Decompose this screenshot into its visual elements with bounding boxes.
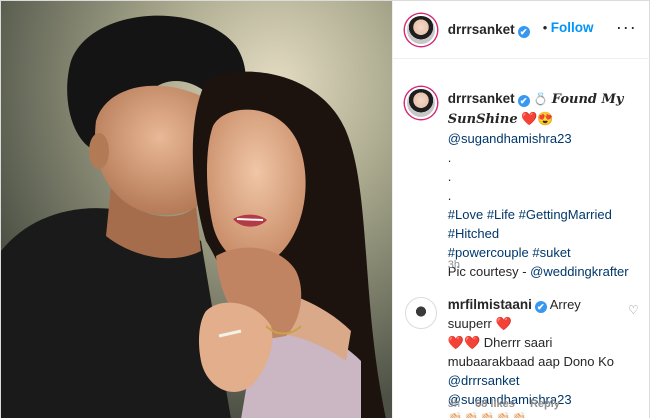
more-options-icon[interactable]: ··· — [616, 17, 637, 38]
heart-emoji: ❤️ — [521, 111, 538, 126]
clap-emojis: 👏🏻👏🏻👏🏻👏🏻👏🏻 — [447, 411, 528, 418]
post-photo[interactable] — [1, 1, 392, 418]
hashtags-line-2[interactable]: #powercouple #suket — [448, 245, 571, 260]
author-name-group: drrrsanket ✔ — [448, 21, 530, 39]
caption-dot-line: . — [447, 169, 452, 184]
comment-meta: 3h 68 likes Reply — [448, 398, 572, 410]
comment-text-3: mubaarakbaad aap Dono Ko — [447, 354, 615, 369]
instagram-post: drrrsanket ✔ • Follow ··· drrrsanket ✔ 💍 F… — [0, 0, 650, 418]
caption-username[interactable]: drrrsanket — [448, 91, 515, 106]
caption-avatar[interactable] — [404, 87, 437, 119]
heart-eyes-emoji: 😍 — [537, 111, 554, 126]
header-separator: • — [542, 20, 548, 35]
comment-text-2: Dherrr saari — [483, 335, 553, 350]
couple-photo-illustration — [1, 1, 392, 418]
credit-prefix: Pic courtesy - — [447, 264, 531, 279]
verified-icon: ✔ — [517, 26, 530, 38]
commenter-username[interactable]: mrfilmistaani — [448, 297, 532, 312]
post-header: drrrsanket ✔ • Follow ··· — [392, 1, 650, 59]
follow-button[interactable]: Follow — [551, 20, 594, 35]
ring-emoji: 💍 — [533, 92, 549, 106]
credit-mention[interactable]: @weddingkrafter — [530, 264, 628, 279]
verified-icon: ✔ — [534, 301, 547, 313]
comment-likes[interactable]: 68 likes — [475, 398, 515, 410]
commenter-avatar[interactable] — [404, 297, 437, 329]
hearts-emoji: ❤️❤️ — [447, 335, 481, 350]
post-side-panel: drrrsanket ✔ • Follow ··· drrrsanket ✔ 💍 F… — [391, 1, 650, 418]
caption-mention[interactable]: @sugandhamishra23 — [448, 131, 572, 146]
author-username[interactable]: drrrsanket — [448, 22, 515, 37]
comment-mention-1[interactable]: @drrrsanket — [448, 373, 520, 388]
caption-body: drrrsanket ✔ 💍 Found My SunShine ❤️😍 @sug… — [448, 89, 643, 281]
author-avatar[interactable] — [404, 14, 437, 46]
heart-emoji: ❤️ — [495, 316, 512, 331]
hashtags-line-1[interactable]: #Love #Life #GettingMarried #Hitched — [448, 207, 612, 241]
like-comment-icon[interactable]: ♡ — [628, 303, 639, 317]
comment-timestamp[interactable]: 3h — [448, 398, 460, 410]
caption-timestamp[interactable]: 3h — [448, 259, 460, 271]
verified-icon: ✔ — [517, 95, 530, 107]
caption-dot-line: . — [447, 150, 452, 165]
caption-dot-line: . — [447, 188, 452, 203]
reply-button[interactable]: Reply — [530, 398, 560, 410]
